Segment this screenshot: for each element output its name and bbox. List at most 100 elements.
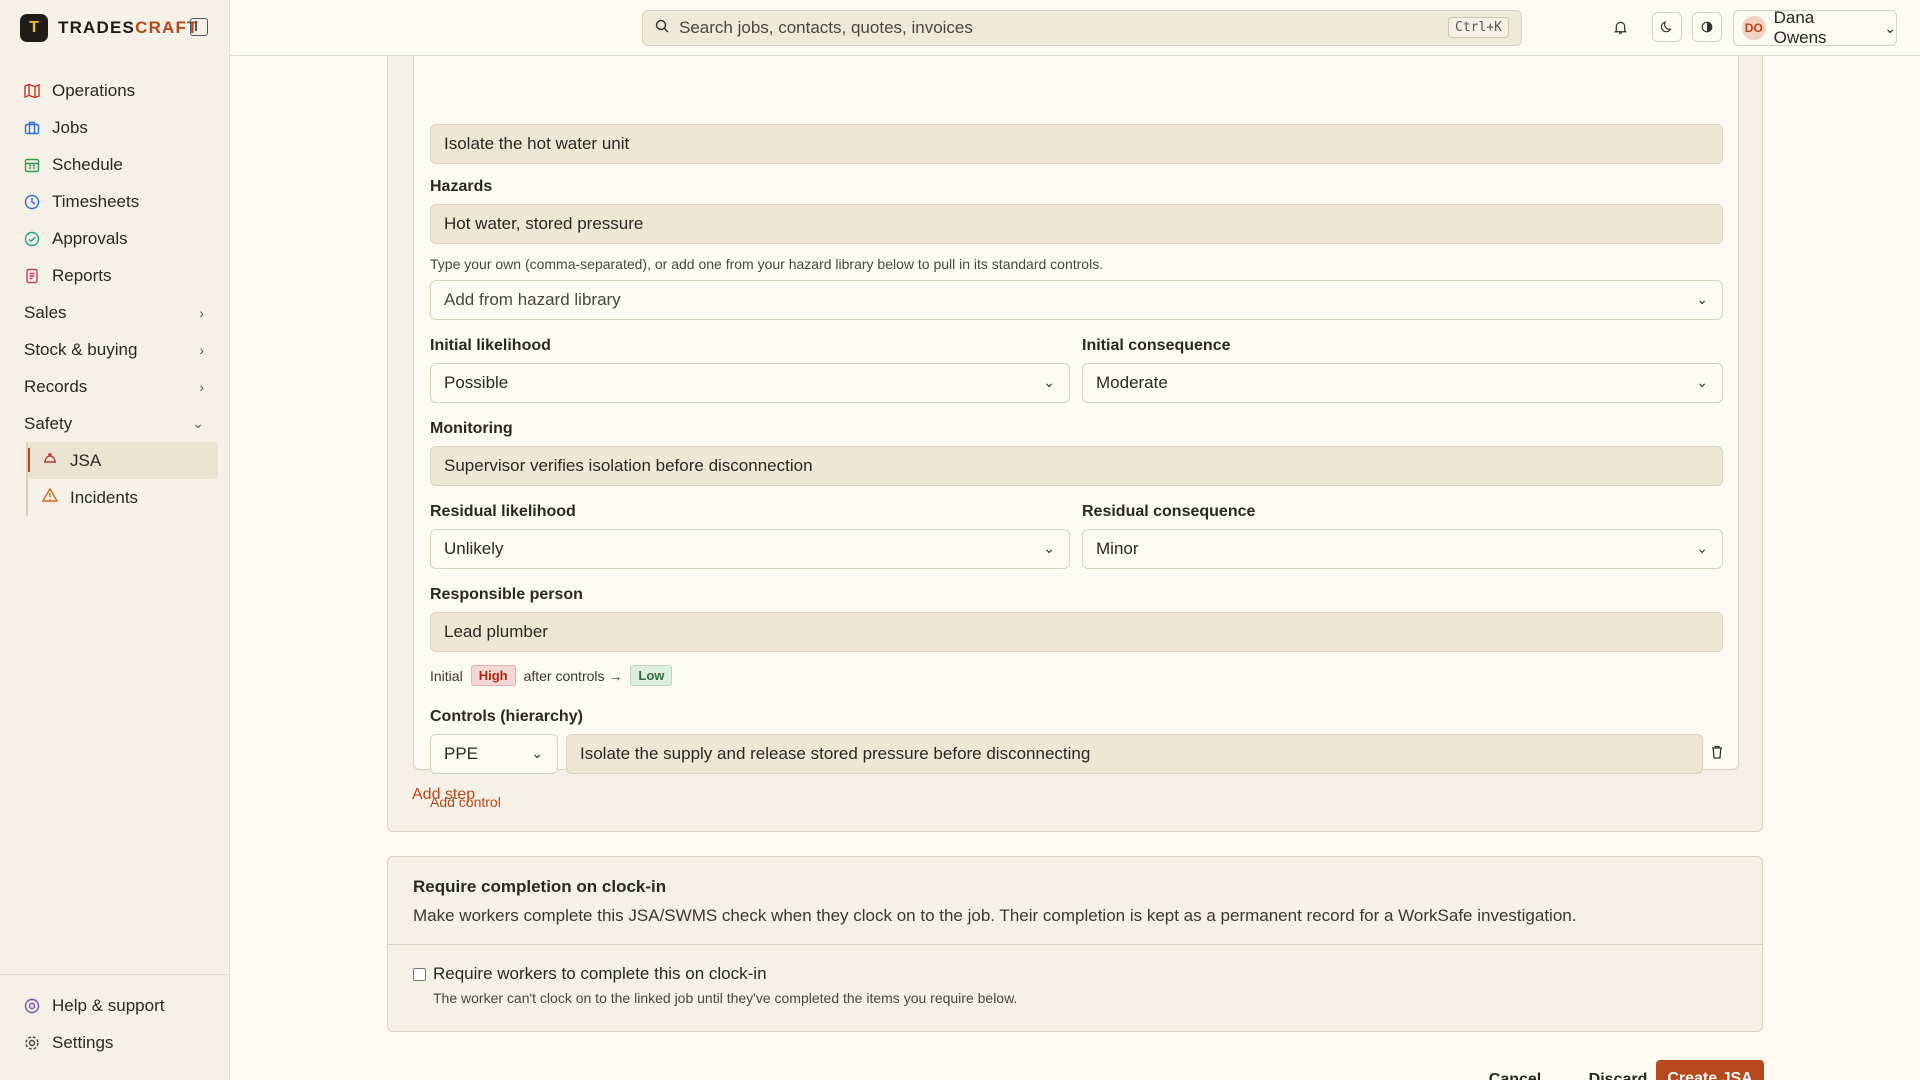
task-input[interactable]: Isolate the hot water unit xyxy=(430,124,1723,164)
sidebar-item-label: Schedule xyxy=(52,154,123,174)
sidebar-item-label: Help & support xyxy=(52,995,165,1015)
monitoring-label: Monitoring xyxy=(430,420,513,437)
responsible-label: Responsible person xyxy=(430,586,583,603)
sidebar-group-stock[interactable]: Stock & buying › xyxy=(12,331,218,368)
chevron-right-icon: › xyxy=(199,304,204,321)
brand[interactable]: T TRADESCRAFT xyxy=(20,14,199,42)
cancel-button[interactable]: Cancel xyxy=(1470,1061,1560,1080)
sidebar-item-label: Incidents xyxy=(70,487,139,507)
user-name: Dana Owens xyxy=(1773,8,1827,47)
sidebar: T TRADESCRAFT Operations Jobs Schedule T… xyxy=(0,0,230,1080)
sidebar-item-jsa[interactable]: JSA xyxy=(28,442,218,479)
clock-icon xyxy=(24,194,40,210)
residual-consequence-label: Residual consequence xyxy=(1082,503,1256,520)
risk-after-text: after controls → xyxy=(523,667,623,684)
sidebar-item-label: Jobs xyxy=(52,117,88,137)
chevron-down-icon: ⌄ xyxy=(531,745,543,761)
sidebar-item-label: Reports xyxy=(52,265,112,285)
discard-button[interactable]: Discard xyxy=(1570,1061,1666,1080)
risk-initial-text: Initial xyxy=(430,667,463,684)
hardhat-icon xyxy=(42,450,58,471)
sidebar-group-safety[interactable]: Safety ⌄ xyxy=(12,405,218,442)
sidebar-item-jobs[interactable]: Jobs xyxy=(12,109,218,146)
sidebar-item-settings[interactable]: Settings xyxy=(12,1024,218,1061)
sidebar-nav: Operations Jobs Schedule Timesheets Appr… xyxy=(12,72,218,516)
control-text-input[interactable]: Isolate the supply and release stored pr… xyxy=(566,734,1703,774)
warning-icon xyxy=(41,487,59,508)
sidebar-item-help[interactable]: Help & support xyxy=(12,987,218,1024)
search-input[interactable]: Search jobs, contacts, quotes, invoices … xyxy=(642,10,1522,46)
sidebar-item-operations[interactable]: Operations xyxy=(12,72,218,109)
report-icon xyxy=(24,268,40,284)
search-placeholder: Search jobs, contacts, quotes, invoices xyxy=(679,18,973,37)
sidebar-collapse-icon[interactable] xyxy=(190,18,208,36)
clockin-checkbox-label[interactable]: Require workers to complete this on cloc… xyxy=(433,964,767,984)
hazard-library-placeholder: Add from hazard library xyxy=(444,290,621,309)
clockin-checkbox[interactable] xyxy=(413,968,426,981)
sidebar-item-label: Timesheets xyxy=(52,191,140,211)
sidebar-item-schedule[interactable]: Schedule xyxy=(12,146,218,183)
sidebar-group-label: Records xyxy=(24,376,88,396)
moon-icon[interactable] xyxy=(1652,12,1682,42)
initial-consequence-select[interactable]: Moderate ⌄ xyxy=(1082,363,1723,403)
monitoring-input[interactable]: Supervisor verifies isolation before dis… xyxy=(430,446,1723,486)
control-type-select[interactable]: PPE ⌄ xyxy=(430,734,558,774)
responsible-input[interactable]: Lead plumber xyxy=(430,612,1723,652)
active-indicator xyxy=(28,448,30,472)
risk-residual-badge: Low xyxy=(630,665,673,686)
trash-icon[interactable] xyxy=(1711,745,1723,762)
search-shortcut: Ctrl+K xyxy=(1448,17,1509,38)
initial-consequence-value: Moderate xyxy=(1096,373,1168,392)
sidebar-item-incidents[interactable]: Incidents xyxy=(28,479,218,516)
hazard-library-select[interactable]: Add from hazard library ⌄ xyxy=(430,280,1723,320)
residual-consequence-select[interactable]: Minor ⌄ xyxy=(1082,529,1723,569)
brand-name: TRADESCRAFT xyxy=(58,18,199,37)
sidebar-item-label: Operations xyxy=(52,80,136,100)
chevron-down-icon: ⌄ xyxy=(1043,540,1055,556)
initial-likelihood-select[interactable]: Possible ⌄ xyxy=(430,363,1070,403)
residual-likelihood-label: Residual likelihood xyxy=(430,503,576,520)
user-menu[interactable]: DO Dana Owens ⌄ xyxy=(1733,8,1897,47)
chevron-down-icon: ⌄ xyxy=(192,415,204,431)
initial-consequence-label: Initial consequence xyxy=(1082,337,1231,354)
brand-logo-icon: T xyxy=(20,14,48,42)
step-card: Isolate the hot water unit Hazards Hot w… xyxy=(413,56,1739,810)
hazards-input[interactable]: Hot water, stored pressure xyxy=(430,204,1723,244)
clockin-card: Require completion on clock-in Make work… xyxy=(387,856,1763,1032)
sidebar-group-sales[interactable]: Sales › xyxy=(12,294,218,331)
create-jsa-button[interactable]: Create JSA xyxy=(1656,1060,1764,1080)
clockin-title: Require completion on clock-in xyxy=(413,877,667,896)
add-step-link[interactable]: Add step xyxy=(412,786,475,804)
chevron-down-icon: ⌄ xyxy=(1696,374,1708,390)
sidebar-group-label: Stock & buying xyxy=(24,339,138,359)
sidebar-group-records[interactable]: Records › xyxy=(12,368,218,405)
residual-likelihood-value: Unlikely xyxy=(444,539,504,558)
risk-initial-badge: High xyxy=(470,665,516,686)
bell-icon[interactable] xyxy=(1605,12,1635,42)
map-icon xyxy=(24,83,40,99)
avatar: DO xyxy=(1742,16,1766,40)
calendar-icon xyxy=(24,157,40,173)
safety-submenu: JSA Incidents xyxy=(26,442,218,516)
sidebar-item-approvals[interactable]: Approvals xyxy=(12,220,218,257)
sidebar-item-timesheets[interactable]: Timesheets xyxy=(12,183,218,220)
chevron-down-icon: ⌄ xyxy=(1884,19,1896,36)
clockin-divider xyxy=(388,944,1762,945)
chevron-down-icon: ⌄ xyxy=(1696,291,1708,307)
control-type-value: PPE xyxy=(444,744,479,763)
residual-likelihood-select[interactable]: Unlikely ⌄ xyxy=(430,529,1070,569)
hazards-hint: Type your own (comma-separated), or add … xyxy=(430,256,1104,272)
chevron-down-icon: ⌄ xyxy=(1696,540,1708,556)
contrast-icon[interactable] xyxy=(1692,12,1722,42)
sidebar-item-label: Approvals xyxy=(52,228,128,248)
initial-likelihood-value: Possible xyxy=(444,373,509,392)
sidebar-item-reports[interactable]: Reports xyxy=(12,257,218,294)
main-content: Isolate the hot water unit Hazards Hot w… xyxy=(230,56,1920,1080)
briefcase-icon xyxy=(24,120,40,136)
sidebar-group-label: Sales xyxy=(24,302,67,322)
sidebar-item-label: JSA xyxy=(70,450,102,470)
sidebar-group-label: Safety xyxy=(24,413,73,433)
gear-icon xyxy=(24,1035,40,1051)
help-icon xyxy=(24,998,40,1014)
sidebar-item-label: Settings xyxy=(52,1032,114,1052)
